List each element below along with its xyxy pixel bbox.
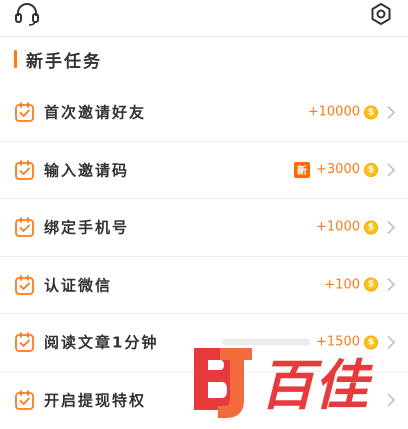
task-check-icon — [14, 101, 36, 123]
header-divider — [0, 36, 408, 37]
customer-service-button[interactable] — [12, 0, 42, 28]
reward-amount: +10000 — [308, 105, 360, 120]
task-item-enter-invite-code[interactable]: 输入邀请码 新 +3000 $ — [0, 142, 408, 200]
task-check-icon — [14, 389, 36, 411]
reward-amount: +100 — [324, 277, 360, 292]
task-label: 认证微信 — [44, 274, 112, 295]
watermark-text: 百佳 — [260, 354, 373, 417]
section-title: 新手任务 — [26, 47, 102, 72]
task-check-icon — [14, 331, 36, 353]
task-label: 开启提现特权 — [44, 390, 146, 411]
task-item-verify-wechat[interactable]: 认证微信 +100 $ — [0, 257, 408, 315]
reward-amount: +1000 — [316, 220, 360, 235]
task-label: 首次邀请好友 — [44, 102, 146, 123]
chevron-right-icon — [386, 105, 396, 119]
coin-icon: $ — [364, 278, 378, 292]
task-reward-area: +1000 $ — [316, 220, 396, 235]
coin-icon: $ — [364, 163, 378, 177]
section-header: 新手任务 — [14, 47, 102, 71]
chevron-right-icon — [386, 220, 396, 234]
section-accent-bar — [14, 50, 17, 68]
settings-button[interactable] — [366, 0, 396, 28]
headset-icon — [14, 2, 40, 26]
task-item-bind-phone[interactable]: 绑定手机号 +1000 $ — [0, 199, 408, 257]
settings-icon — [369, 2, 393, 26]
task-check-icon — [14, 159, 36, 181]
watermark-mark-icon — [194, 348, 252, 418]
watermark-logo: 百佳 — [190, 338, 390, 422]
task-item-invite-friend[interactable]: 首次邀请好友 +10000 $ — [0, 84, 408, 142]
task-label: 绑定手机号 — [44, 217, 129, 238]
chevron-right-icon — [386, 278, 396, 292]
task-check-icon — [14, 216, 36, 238]
task-label: 阅读文章1分钟 — [44, 332, 158, 353]
reward-amount: +3000 — [316, 162, 360, 177]
task-reward-area: +100 $ — [324, 277, 396, 292]
new-badge: 新 — [294, 162, 310, 178]
coin-icon: $ — [364, 220, 378, 234]
task-reward-area: +10000 $ — [308, 105, 396, 120]
coin-icon: $ — [364, 105, 378, 119]
task-reward-area: 新 +3000 $ — [294, 162, 396, 178]
task-label: 输入邀请码 — [44, 159, 129, 180]
chevron-right-icon — [386, 163, 396, 177]
top-bar — [0, 0, 408, 30]
task-check-icon — [14, 274, 36, 296]
